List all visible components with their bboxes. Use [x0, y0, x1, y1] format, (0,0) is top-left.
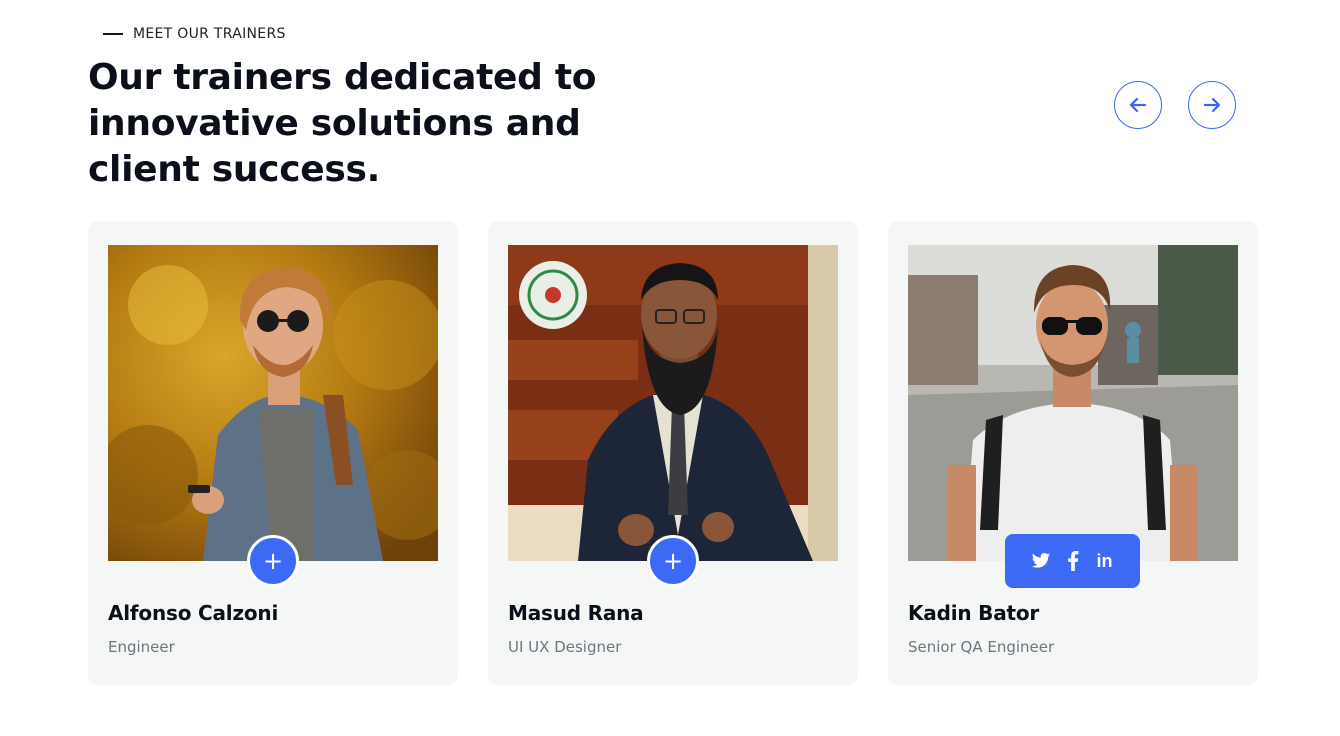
trainer-role: UI UX Designer — [508, 638, 622, 656]
arrow-right-icon — [1202, 95, 1222, 115]
eyebrow-dash — [103, 33, 123, 35]
trainer-photo — [908, 245, 1238, 561]
trainer-card: + Masud Rana UI UX Designer — [488, 221, 858, 685]
facebook-icon[interactable] — [1062, 550, 1084, 572]
trainer-card: + Alfonso Calzoni Engineer — [88, 221, 458, 685]
trainer-name: Masud Rana — [508, 601, 644, 625]
arrow-left-icon — [1128, 95, 1148, 115]
show-social-button[interactable]: + — [247, 535, 299, 587]
section-headline: Our trainers dedicated to innovative sol… — [88, 57, 597, 190]
section-eyebrow: MEET OUR TRAINERS — [103, 24, 286, 44]
trainer-role: Engineer — [108, 638, 175, 656]
twitter-icon[interactable] — [1030, 550, 1052, 572]
trainers-section: MEET OUR TRAINERS Our trainers dedicated… — [0, 0, 1340, 736]
show-social-button[interactable]: + — [647, 535, 699, 587]
trainer-role: Senior QA Engineer — [908, 638, 1055, 656]
carousel-prev-button[interactable] — [1114, 81, 1162, 129]
eyebrow-label: MEET OUR TRAINERS — [133, 26, 286, 42]
linkedin-icon[interactable]: in — [1094, 550, 1116, 572]
trainer-name: Kadin Bator — [908, 601, 1040, 625]
trainer-card: in Kadin Bator Senior QA Engineer — [888, 221, 1258, 685]
trainer-photo — [108, 245, 438, 561]
social-links: in — [1005, 534, 1140, 588]
trainer-photo — [508, 245, 838, 561]
carousel-next-button[interactable] — [1188, 81, 1236, 129]
trainer-name: Alfonso Calzoni — [108, 601, 279, 625]
